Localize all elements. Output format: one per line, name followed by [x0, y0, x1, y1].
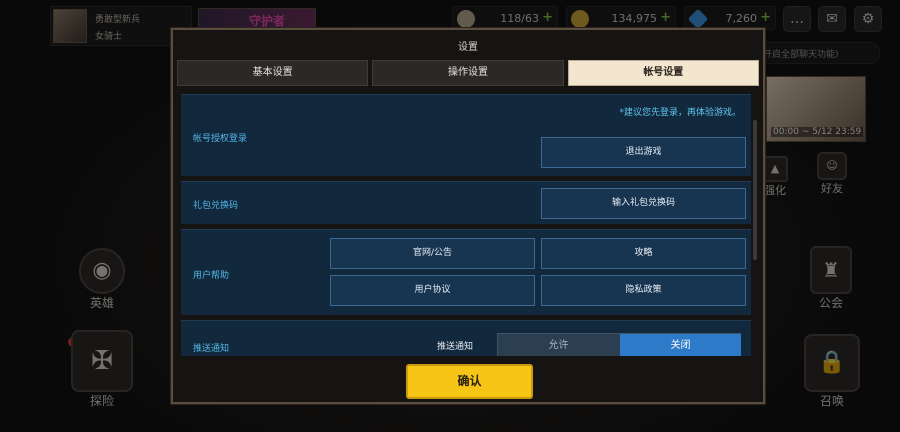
push-notification-sub-label: 推送通知 [437, 342, 474, 352]
push-off-option[interactable]: 关闭 [620, 334, 741, 356]
tab-basic-settings[interactable]: 基本设置 [177, 60, 369, 86]
enter-gift-code-button[interactable]: 输入礼包兑换码 [541, 188, 746, 219]
panel-scrollbar[interactable] [753, 120, 757, 260]
tab-control-settings[interactable]: 操作设置 [372, 60, 564, 86]
account-login-label: 帐号授权登录 [193, 134, 248, 144]
user-agreement-button[interactable]: 用户协议 [330, 275, 535, 306]
logout-button[interactable]: 退出游戏 [541, 137, 746, 168]
push-notification-toggle[interactable]: 允许 关闭 [497, 333, 741, 356]
privacy-policy-button[interactable]: 隐私政策 [541, 275, 746, 306]
gift-code-label: 礼包兑换码 [193, 201, 239, 211]
account-settings-panel[interactable]: 帐号授权登录 *建议您先登录，再体验游戏。 退出游戏 礼包兑换码 输入礼包兑换码… [181, 94, 751, 356]
user-help-label: 用户帮助 [193, 271, 230, 281]
push-notification-label: 推送通知 [193, 344, 230, 354]
settings-modal: 设置 基本设置 操作设置 帐号设置 帐号授权登录 *建议您先登录，再体验游戏。 … [171, 28, 765, 404]
push-allow-option[interactable]: 允许 [498, 334, 619, 356]
push-notification-section: 推送通知 推送通知 允许 关闭 [181, 320, 751, 356]
account-login-section: 帐号授权登录 *建议您先登录，再体验游戏。 退出游戏 [181, 94, 751, 176]
login-hint: *建议您先登录，再体验游戏。 [619, 108, 741, 118]
tab-account-settings[interactable]: 帐号设置 [567, 60, 759, 86]
settings-tabs: 基本设置 操作设置 帐号设置 [177, 60, 759, 86]
gift-code-section: 礼包兑换码 输入礼包兑换码 [181, 181, 751, 224]
official-site-button[interactable]: 官网/公告 [330, 238, 535, 269]
confirm-button[interactable]: 确认 [406, 364, 533, 399]
guide-button[interactable]: 攻略 [541, 238, 746, 269]
modal-title: 设置 [458, 42, 478, 53]
user-help-section: 用户帮助 官网/公告 攻略 用户协议 隐私政策 [181, 229, 751, 315]
